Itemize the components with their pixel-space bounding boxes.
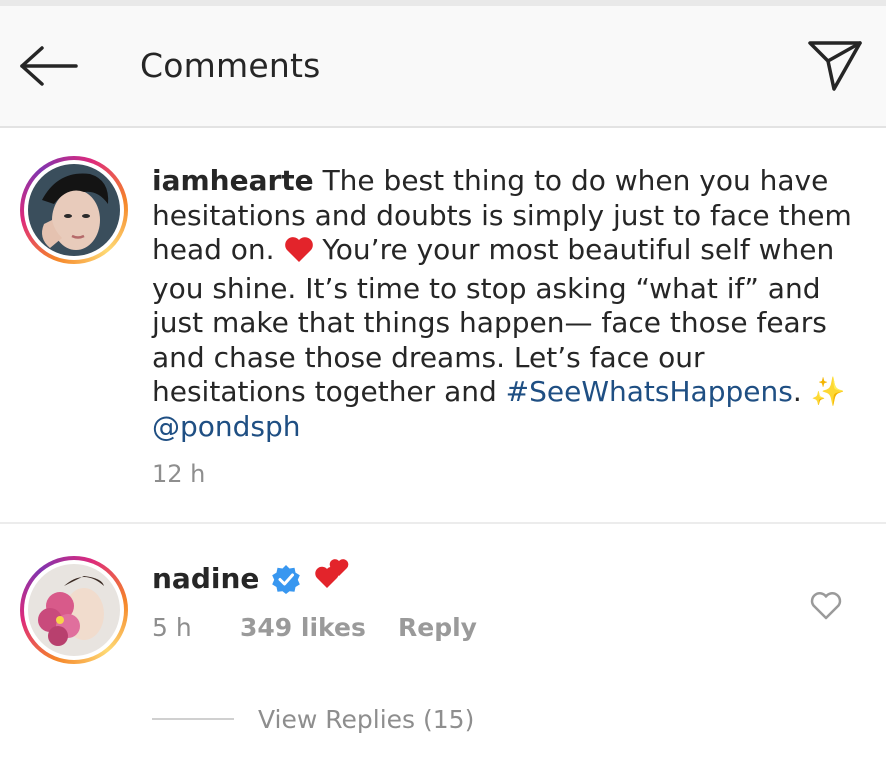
- red-heart-emoji: [284, 236, 314, 272]
- avatar-image: [28, 164, 120, 256]
- arrow-left-icon: [20, 46, 78, 86]
- heart-outline-icon: [810, 592, 842, 620]
- two-hearts-emoji: [315, 558, 351, 600]
- avatar-image: [28, 564, 120, 656]
- status-strip: [0, 0, 886, 6]
- hashtag-link[interactable]: #SeeWhatsHappens: [506, 375, 793, 408]
- comment-author-avatar[interactable]: [20, 556, 128, 664]
- post-caption: iamhearte The best thing to do when you …: [152, 164, 852, 443]
- like-button[interactable]: [806, 588, 846, 624]
- divider: [0, 522, 886, 524]
- post-username[interactable]: iamhearte: [152, 164, 314, 197]
- post-author-avatar[interactable]: [20, 156, 128, 264]
- comment-time: 5 h: [152, 613, 192, 642]
- back-button[interactable]: [12, 36, 84, 96]
- share-button[interactable]: [800, 34, 870, 98]
- post-timestamp: 12 h: [152, 460, 206, 488]
- sparkles-emoji: ✨: [810, 375, 846, 408]
- comment-header: nadine: [152, 558, 351, 600]
- comments-screen: Comments iamhearte The best thing to do …: [0, 0, 886, 760]
- verified-badge-icon: [272, 565, 301, 594]
- replies-line: [152, 718, 234, 720]
- paper-plane-icon: [808, 41, 862, 91]
- page-title: Comments: [140, 46, 321, 85]
- comment-likes[interactable]: 349 likes: [240, 612, 366, 644]
- reply-button[interactable]: Reply: [398, 612, 477, 644]
- view-replies-button[interactable]: View Replies (15): [258, 704, 474, 736]
- comment-username[interactable]: nadine: [152, 560, 259, 598]
- header-bar: Comments: [0, 0, 886, 128]
- mention-link[interactable]: @pondsph: [152, 410, 301, 443]
